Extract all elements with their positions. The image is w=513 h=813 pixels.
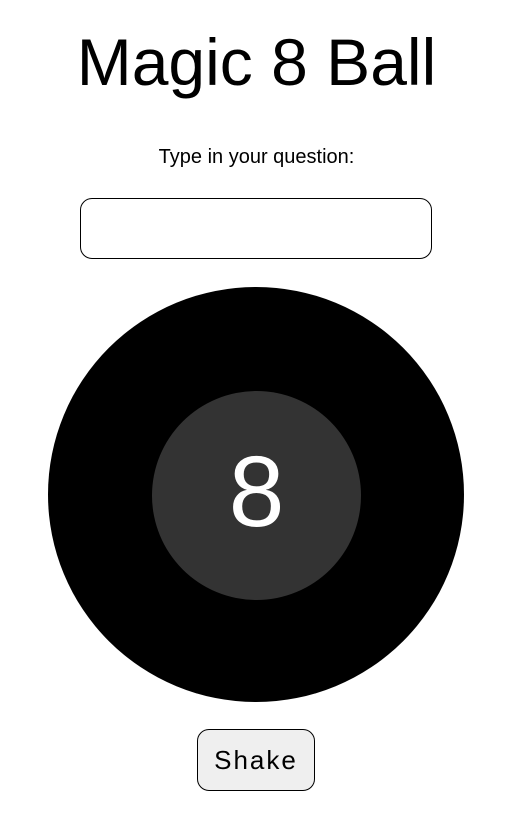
ball-answer-window: 8 [152,391,361,600]
ball-answer-text: 8 [228,435,285,548]
page-title: Magic 8 Ball [76,25,437,99]
shake-button[interactable]: Shake [197,729,315,791]
magic-8-ball: 8 [48,287,464,702]
question-prompt-label: Type in your question: [158,146,355,168]
question-input[interactable] [80,198,432,259]
magic-8-ball-page: Magic 8 Ball Type in your question: 8 Sh… [0,0,513,813]
